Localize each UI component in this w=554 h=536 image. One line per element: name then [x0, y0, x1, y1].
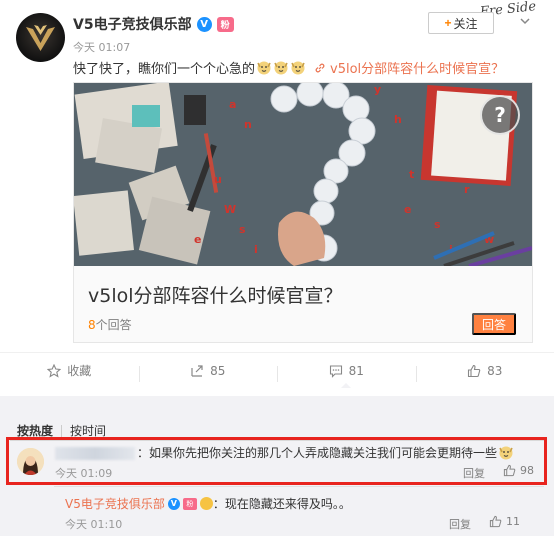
share-count: 85: [210, 363, 226, 378]
tab-divider: [61, 424, 63, 437]
commenter-name-redacted: [55, 447, 135, 460]
share-button[interactable]: 85: [138, 363, 278, 382]
weibo-post: V5电子竞技俱乐部 V 粉 今天 01:07 Fre Side + 关注 快了快…: [0, 0, 554, 396]
post-time[interactable]: 今天 01:07: [73, 39, 130, 55]
plus-icon: +: [444, 16, 452, 30]
reply-time: 今天 01:10: [65, 518, 123, 531]
link-icon: [315, 63, 325, 72]
comment-text: ：如果你先把你关注的那几个人弄成隐藏关注我们可能会更期待一些: [137, 444, 514, 461]
reply-item: V5电子竞技俱乐部 V 粉 ：现在隐藏还来得及吗。。 今天 01:10 回复 1…: [54, 486, 544, 536]
answers-number: 8: [88, 318, 96, 332]
commenter-avatar[interactable]: [17, 448, 44, 475]
comment-button[interactable]: 81: [277, 363, 416, 388]
v5-logo-icon: [26, 25, 55, 51]
post-actions-bar: 收藏 85 81 83: [0, 352, 554, 388]
doge-emoji-icon: [274, 61, 288, 75]
question-card[interactable]: anu Wse iht esr wiy ? v5: [73, 82, 533, 343]
favorite-button[interactable]: 收藏: [0, 362, 139, 379]
svg-text:e: e: [194, 233, 201, 246]
reply-author-name[interactable]: V5电子竞技俱乐部: [65, 495, 165, 512]
author-avatar[interactable]: [16, 13, 65, 62]
svg-text:i: i: [254, 243, 258, 256]
like-button[interactable]: 83: [415, 363, 554, 382]
svg-text:e: e: [404, 203, 411, 216]
coin-badge-icon: [199, 497, 213, 510]
answers-suffix: 个回答: [95, 318, 132, 332]
follow-label: 关注: [453, 16, 478, 31]
reply-like-count: 11: [506, 515, 520, 528]
question-card-image: anu Wse iht esr wiy ?: [74, 83, 532, 266]
comment-like-button[interactable]: 98: [503, 464, 534, 477]
share-icon: [191, 364, 203, 377]
comment-icon: [329, 364, 342, 378]
svg-text:s: s: [239, 223, 246, 236]
reply-reply-button[interactable]: 回复: [449, 516, 471, 532]
thumbs-up-icon: [503, 464, 516, 477]
doge-emoji-icon: [291, 61, 305, 75]
like-count: 83: [487, 363, 503, 378]
answers-count: 8个回答: [88, 316, 132, 333]
chevron-down-icon[interactable]: [518, 14, 532, 28]
question-link-text: v5lol分部阵容什么时候官宣？: [330, 62, 505, 77]
reply-text-content: ：现在隐藏还来得及吗。。: [212, 497, 351, 511]
doge-emoji-icon: [257, 61, 271, 75]
verified-badge-icon: V: [167, 497, 180, 510]
answer-button[interactable]: 回答: [472, 313, 516, 335]
fan-medal-icon: 粉: [216, 16, 234, 32]
reply-text: V5电子竞技俱乐部 V 粉 ：现在隐藏还来得及吗。。: [65, 495, 351, 512]
post-text: 快了快了，瞧你们一个个心急的 v5lol分部阵容什么时候官宣？: [73, 58, 504, 77]
follow-button[interactable]: + 关注: [428, 12, 494, 34]
comment-count: 81: [348, 363, 364, 378]
doge-emoji-icon: [499, 446, 513, 460]
svg-text:h: h: [394, 113, 402, 126]
thumbs-up-icon: [468, 364, 481, 377]
verified-badge-icon: V: [196, 16, 212, 32]
svg-text:t: t: [409, 168, 414, 181]
svg-text:r: r: [464, 183, 470, 196]
svg-text:u: u: [214, 173, 222, 186]
svg-text:W: W: [224, 203, 236, 216]
fan-medal-icon: 粉: [182, 497, 197, 510]
comment-time: 今天 01:09: [55, 467, 113, 480]
comment-reply-button[interactable]: 回复: [463, 465, 485, 481]
commenter-avatar-icon: [17, 448, 44, 475]
question-link[interactable]: v5lol分部阵容什么时候官宣？: [314, 58, 504, 77]
comment-like-count: 98: [520, 464, 534, 477]
svg-text:s: s: [434, 218, 441, 231]
star-icon: [47, 363, 62, 378]
author-name[interactable]: V5电子竞技俱乐部: [73, 14, 192, 34]
favorite-label: 收藏: [67, 364, 92, 378]
svg-text:a: a: [229, 98, 236, 111]
svg-text:y: y: [374, 83, 381, 96]
comment-text-content: ：如果你先把你关注的那几个人弄成隐藏关注我们可能会更期待一些: [137, 446, 498, 460]
svg-text:n: n: [244, 118, 252, 131]
question-badge-icon: ?: [480, 95, 520, 135]
author-row: V5电子竞技俱乐部 V 粉: [73, 14, 234, 34]
question-title[interactable]: v5lol分部阵容什么时候官宣？: [88, 281, 343, 308]
reply-like-button[interactable]: 11: [489, 515, 520, 528]
post-text-content: 快了快了，瞧你们一个个心急的: [73, 62, 256, 77]
thumbs-up-icon: [489, 515, 502, 528]
